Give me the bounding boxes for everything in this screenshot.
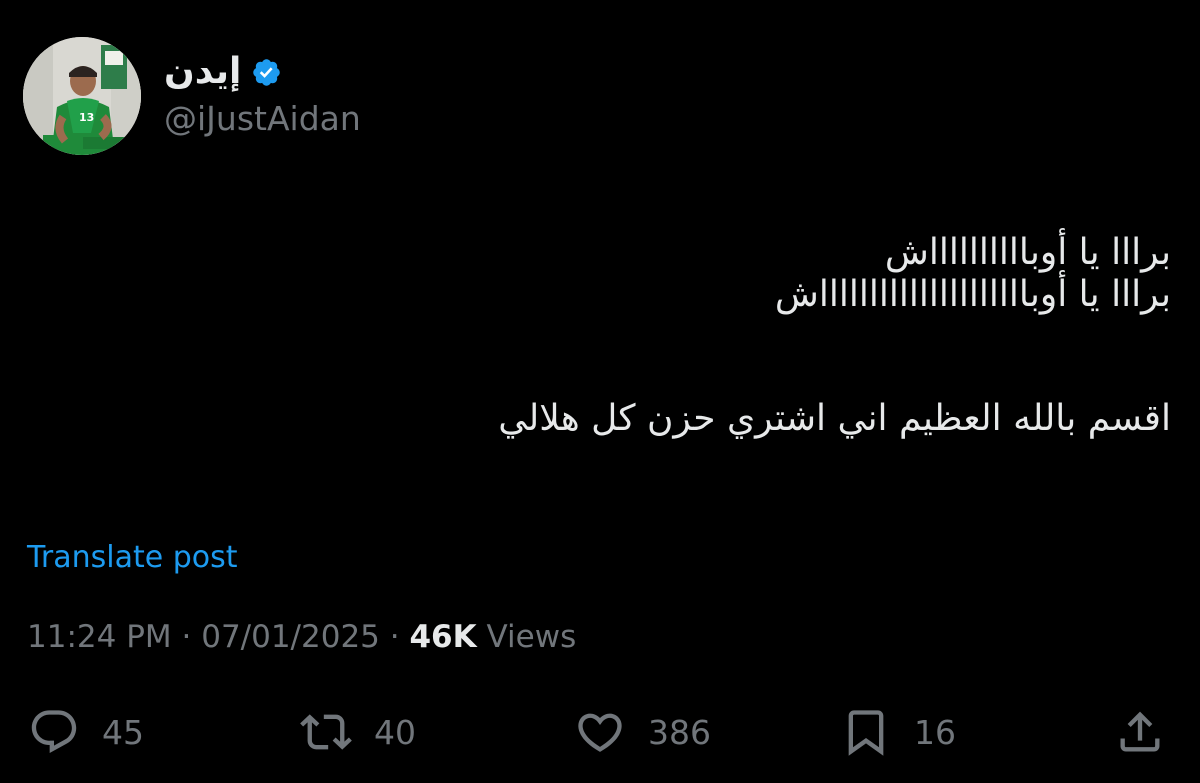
tweet-body: برااا يا أوبااااااااااش برااا يا أوباااا… (271, 232, 1171, 440)
reply-count: 45 (102, 712, 144, 752)
avatar-image: 13 (23, 37, 141, 155)
share-icon (1120, 711, 1160, 752)
tweet-line: اقسم بالله العظيم اني اشتري حزن كل هلالي (498, 398, 1171, 439)
author-avatar[interactable]: 13 (23, 37, 141, 155)
tweet-line: برااا يا أوبااااااااااش (884, 232, 1171, 273)
repost-icon (300, 714, 352, 750)
author-handle[interactable]: @iJustAidan (164, 99, 361, 139)
meta-separator: · (389, 619, 400, 655)
tweet-line: برااا يا أوباااااااااااااااااااااش (774, 274, 1171, 315)
tweet-meta: 11:24 PM · 07/01/2025 · 46K Views (27, 617, 576, 657)
avatar-jersey-number: 13 (79, 111, 94, 124)
author-name-row: إيدن (164, 48, 282, 96)
share-button[interactable] (1114, 700, 1166, 764)
views-label: Views (486, 619, 577, 655)
author-display-name[interactable]: إيدن (164, 54, 241, 90)
views-count: 46K (409, 619, 477, 655)
repost-count: 40 (374, 712, 416, 752)
verified-badge-icon[interactable] (251, 57, 282, 88)
reply-icon (31, 710, 77, 754)
tweet-time[interactable]: 11:24 PM (27, 619, 172, 655)
like-icon (578, 713, 622, 752)
bookmark-count: 16 (914, 712, 956, 752)
reply-button[interactable]: 45 (28, 700, 144, 764)
like-count: 386 (648, 712, 711, 752)
bookmark-icon (848, 710, 884, 756)
tweet-date[interactable]: 07/01/2025 (201, 619, 380, 655)
translate-post-link[interactable]: Translate post (27, 539, 238, 577)
repost-button[interactable]: 40 (300, 700, 416, 764)
meta-separator: · (181, 619, 192, 655)
tweet-actions: 45 40 386 16 (0, 700, 1200, 764)
like-button[interactable]: 386 (574, 700, 711, 764)
tweet-line-gap (271, 316, 1171, 398)
bookmark-button[interactable]: 16 (840, 700, 956, 764)
